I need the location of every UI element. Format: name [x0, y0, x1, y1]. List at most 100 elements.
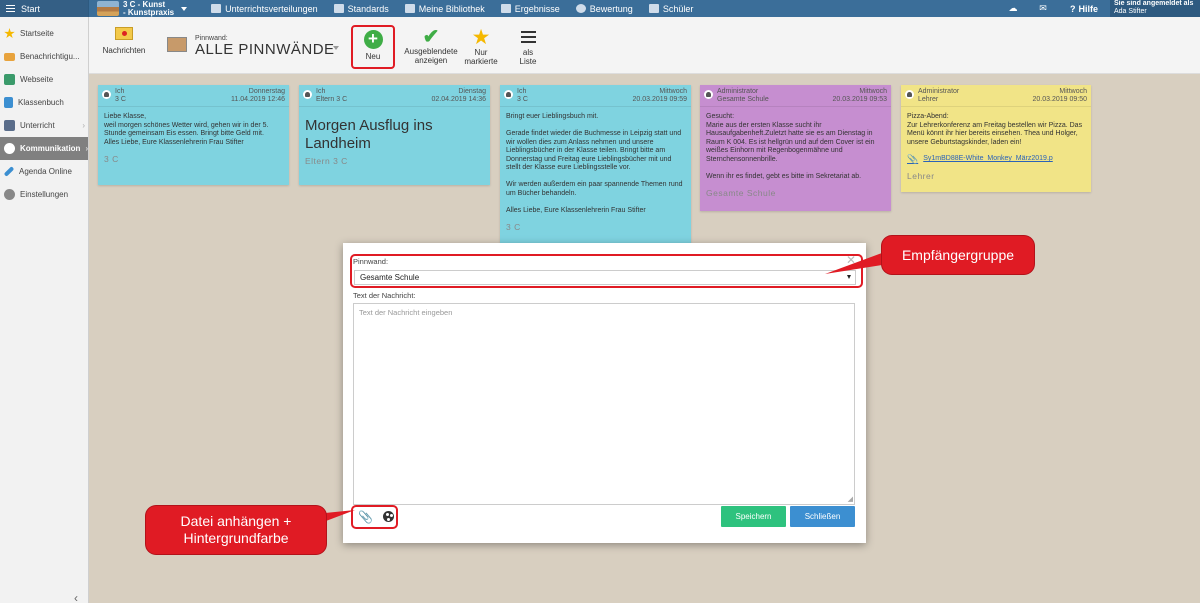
calendar-icon [211, 4, 222, 13]
nav-unterrichtsverteilungen[interactable]: Unterrichtsverteilungen [205, 4, 324, 14]
menu-icon [6, 5, 15, 12]
star-icon: ★ [471, 26, 491, 49]
pin-card[interactable]: Ich 3 C Donnerstag 11.04.2019 12:46 Liebe … [98, 85, 289, 185]
avatar [303, 90, 312, 99]
pin-card[interactable]: Administrator Lehrer Mittwoch 20.03.2019 0… [901, 85, 1091, 192]
nav-bewertung[interactable]: Bewertung [570, 4, 639, 14]
collapse-sidebar-icon[interactable]: ‹ [74, 591, 78, 603]
card-text: Gesucht: Marie aus der ersten Klasse suc… [706, 113, 875, 180]
pinboard-select[interactable]: Gesamte Schule [354, 270, 856, 285]
help-label: Hilfe [1078, 3, 1098, 14]
card-group: Lehrer [918, 96, 939, 103]
callout-text-line2: Hintergrundfarbe [183, 530, 289, 546]
new-button[interactable]: + Neu [351, 25, 395, 69]
card-timestamp: 20.03.2019 09:59 [632, 96, 688, 103]
only-marked-label-2: markierte [464, 57, 498, 66]
pinboard-selector[interactable]: Pinnwand: ALLE PINNWÄNDE [167, 35, 335, 58]
message-text-label: Text der Nachricht: [353, 291, 416, 300]
card-group: Gesamte Schule [717, 96, 769, 103]
nav-standards[interactable]: Standards [328, 4, 395, 14]
check-icon: ✔ [422, 26, 440, 48]
help-button[interactable]: ? Hilfe [1058, 4, 1110, 14]
pin-card[interactable]: Ich 3 C Mittwoch 20.03.2019 09:59 Bringt e… [500, 85, 691, 243]
sidebar-item-kommunikation[interactable]: Kommunikation › [0, 137, 88, 160]
messages-button[interactable]: Nachrichten [97, 27, 151, 55]
mail-icon[interactable]: ✉ [1028, 3, 1058, 14]
nav-meine-bibliothek[interactable]: Meine Bibliothek [399, 4, 491, 14]
sidebar-item-klassenbuch[interactable]: Klassenbuch [0, 91, 88, 114]
card-text: Liebe Klasse, weil morgen schönes Wetter… [104, 113, 269, 146]
paperclip-icon[interactable]: 📎 [358, 510, 373, 524]
chevron-down-icon [847, 275, 851, 279]
user-info[interactable]: Sie sind angemeldet als Ada Stifter [1110, 0, 1200, 17]
recipient-group-callout: Empfängergruppe [882, 236, 1034, 274]
nav-ergebnisse[interactable]: Ergebnisse [495, 4, 566, 14]
show-hidden-button[interactable]: ✔ Ausgeblendete anzeigen [403, 26, 459, 65]
card-author-name: Administrator [918, 88, 960, 95]
card-author-name: Administrator [717, 88, 759, 95]
new-label: Neu [365, 52, 381, 61]
avatar [704, 90, 713, 99]
card-timestamp: 11.04.2019 12:46 [231, 96, 285, 103]
resize-handle-icon[interactable]: ◢ [848, 495, 853, 503]
sidebar-item-unterricht[interactable]: Unterricht › [0, 114, 88, 137]
nav-schueler[interactable]: Schüler [643, 4, 700, 14]
attachment-link[interactable]: 📎 Sy1mBD88E-White_Monkey_März2019.p [901, 147, 1091, 164]
card-author: Ich 3 C [517, 88, 633, 104]
close-button[interactable]: Schließen [790, 506, 855, 527]
nav-label: Standards [347, 3, 389, 14]
nav-label: Unterrichtsverteilungen [225, 3, 318, 14]
palette-icon[interactable] [383, 511, 394, 522]
as-list-button[interactable]: als Liste [509, 31, 547, 66]
pinboard-icon [167, 37, 187, 52]
card-group: Eltern 3 C [316, 96, 348, 103]
messages-label: Nachrichten [102, 46, 146, 55]
pin-card[interactable]: Administrator Gesamte Schule Mittwoch 20.0… [700, 85, 891, 211]
sidebar-item-webseite[interactable]: Webseite [0, 68, 88, 91]
show-hidden-label-1: Ausgeblendete [404, 47, 458, 56]
only-marked-button[interactable]: ★ Nur markierte [461, 27, 501, 66]
callout-text-line1: Datei anhängen + [180, 513, 292, 529]
top-right: ☁ ✉ ? Hilfe Sie sind angemeldet als Ada S… [998, 0, 1200, 17]
card-date: Donnerstag 11.04.2019 12:46 [231, 88, 285, 104]
card-text: Bringt euer Lieblingsbuch mit. Gerade fi… [506, 113, 683, 214]
attach-file-callout: Datei anhängen + Hintergrundfarbe [146, 506, 326, 554]
nav-label: Bewertung [589, 3, 633, 14]
only-marked-label-1: Nur [474, 48, 488, 57]
card-author: Administrator Gesamte Schule [717, 88, 833, 104]
card-footer: Gesamte Schule [706, 188, 776, 198]
card-day: Mittwoch [859, 88, 887, 95]
message-textarea[interactable]: Text der Nachricht eingeben ◢ [353, 303, 855, 505]
chat-icon[interactable]: ☁ [998, 3, 1028, 14]
card-date: Dienstag 02.04.2019 14:36 [432, 88, 487, 104]
start-button[interactable]: Start [0, 0, 89, 17]
class-name-line2: - Kunstpraxis [123, 7, 175, 17]
list-icon [520, 31, 536, 43]
sidebar-item-label: Einstellungen [20, 190, 69, 199]
sidebar-item-einstellungen[interactable]: Einstellungen [0, 183, 88, 206]
card-text: Pizza-Abend: Zur Lehrerkonferenz am Frei… [907, 113, 1083, 146]
bar-chart-icon [500, 4, 511, 13]
card-author: Ich Eltern 3 C [316, 88, 432, 104]
pinboard-select-value: Gesamte Schule [360, 273, 420, 282]
sidebar-item-agenda-online[interactable]: Agenda Online [0, 160, 88, 183]
nav-label: Meine Bibliothek [418, 3, 485, 14]
card-header: Ich 3 C Mittwoch 20.03.2019 09:59 [500, 85, 691, 107]
save-button[interactable]: Speichern [721, 506, 786, 527]
pin-card[interactable]: Ich Eltern 3 C Dienstag 02.04.2019 14:36 M… [299, 85, 490, 185]
pen-icon [3, 166, 15, 177]
card-author: Ich 3 C [115, 88, 231, 104]
chevron-down-icon[interactable] [333, 46, 339, 50]
sidebar-item-startseite[interactable]: Startseite [0, 22, 88, 45]
class-selector[interactable]: 3 C - Kunst - Kunstpraxis [89, 0, 195, 17]
new-message-dialog: ✕ Pinnwand: Gesamte Schule Text der Nach… [343, 243, 866, 543]
paperclip-icon: 📎 [907, 154, 919, 164]
avatar [504, 90, 513, 99]
card-author-name: Ich [517, 88, 527, 95]
card-footer: 3 C [104, 154, 119, 164]
sidebar-item-benachrichtigungen[interactable]: Benachrichtigu... [0, 45, 88, 68]
sidebar-item-label: Klassenbuch [18, 98, 64, 107]
card-day: Mittwoch [659, 88, 687, 95]
toolbar: Nachrichten Pinnwand: ALLE PINNWÄNDE + N… [89, 17, 1200, 74]
card-author-name: Ich [115, 88, 125, 95]
